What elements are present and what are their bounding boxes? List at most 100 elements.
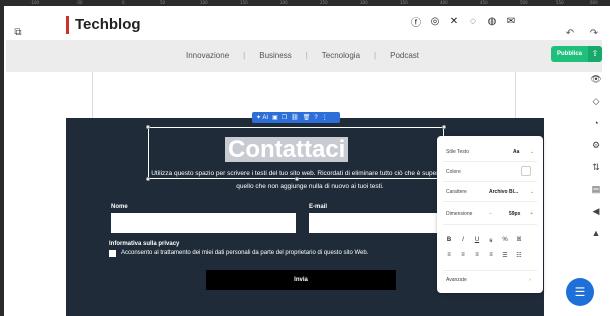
size-value[interactable]: 59px bbox=[509, 211, 520, 217]
ruler-mark: 300 bbox=[360, 0, 368, 5]
align-left-icon[interactable]: ≡ bbox=[446, 252, 452, 259]
chart-icon[interactable]: ▤ bbox=[589, 182, 603, 196]
size-increase-icon[interactable]: + bbox=[530, 211, 533, 217]
chat-icon[interactable]: ☰ bbox=[566, 278, 594, 306]
align-justify-icon[interactable]: ≡ bbox=[488, 252, 494, 259]
navigation-bar: Innovazione | Business | Tecnologia | Po… bbox=[6, 40, 602, 72]
contact-title[interactable]: Contattaci bbox=[225, 137, 349, 162]
undo-icon[interactable]: ↶ bbox=[563, 26, 577, 40]
divider bbox=[443, 181, 537, 182]
name-label: Nome bbox=[111, 204, 128, 210]
align-right-icon[interactable]: ≡ bbox=[474, 252, 480, 259]
link-icon[interactable]: ⛓ bbox=[291, 114, 299, 121]
resize-handle[interactable] bbox=[146, 125, 150, 129]
ruler-mark: -50 bbox=[76, 0, 83, 5]
crop-icon[interactable]: ▣ bbox=[272, 114, 278, 121]
italic-icon[interactable]: I bbox=[460, 237, 466, 244]
settings-icon[interactable]: ⚙ bbox=[589, 138, 603, 152]
help-icon[interactable]: ? bbox=[314, 115, 317, 121]
ruler-mark: 600 bbox=[590, 0, 598, 5]
size-label: Dimensione bbox=[446, 211, 473, 217]
messenger-icon[interactable]: ◍ bbox=[486, 15, 498, 27]
email-icon[interactable]: ✉ bbox=[505, 15, 517, 27]
ai-button[interactable]: ✦ AI bbox=[256, 114, 268, 121]
advanced-label[interactable]: Avanzate bbox=[446, 277, 467, 283]
bullet-list-icon[interactable]: ☰ bbox=[502, 252, 508, 259]
font-label: Carattere bbox=[446, 189, 467, 195]
format-row: B I U ꞩ % ꕤ bbox=[446, 237, 522, 244]
divider bbox=[443, 224, 537, 225]
translate-icon[interactable]: ⇅ bbox=[589, 160, 603, 174]
size-decrease-icon[interactable]: − bbox=[489, 211, 492, 217]
email-label: E-mail bbox=[309, 204, 328, 210]
chevron-down-icon[interactable]: ⌄ bbox=[530, 149, 534, 155]
ruler-mark: 550 bbox=[556, 0, 564, 5]
strikethrough-icon[interactable]: ꞩ bbox=[488, 237, 494, 244]
underline-icon[interactable]: U bbox=[474, 237, 480, 244]
nav-item-business[interactable]: Business bbox=[259, 51, 291, 60]
link-icon[interactable]: % bbox=[502, 237, 508, 244]
numbered-list-icon[interactable]: ☷ bbox=[516, 252, 522, 259]
column-guide bbox=[92, 72, 93, 118]
nav-separator: | bbox=[243, 51, 246, 60]
resize-handle[interactable] bbox=[442, 125, 446, 129]
nav-item-tecnologia[interactable]: Tecnologia bbox=[322, 51, 360, 60]
ruler-mark: -100 bbox=[30, 0, 40, 5]
privacy-title: Informativa sulla privacy bbox=[109, 241, 180, 247]
divider bbox=[443, 161, 537, 162]
name-input[interactable] bbox=[111, 213, 296, 233]
ruler-mark: 250 bbox=[320, 0, 328, 5]
facebook-icon[interactable]: ⓕ bbox=[410, 15, 422, 29]
color-swatch[interactable] bbox=[521, 166, 531, 176]
more-icon[interactable]: ⋮ bbox=[322, 114, 328, 121]
nav-item-innovazione[interactable]: Innovazione bbox=[186, 51, 229, 60]
upload-icon: ⇪ bbox=[588, 46, 603, 62]
ruler-mark: 350 bbox=[400, 0, 408, 5]
font-value[interactable]: Archivo Bl... bbox=[489, 189, 518, 195]
chevron-down-icon[interactable]: ⌄ bbox=[530, 189, 534, 195]
text-style-panel: Stile Testo Aa ⌄ Colore Carattere Archiv… bbox=[437, 136, 543, 293]
privacy-checkbox[interactable] bbox=[109, 250, 116, 257]
email-input[interactable] bbox=[309, 213, 441, 233]
chevron-right-icon[interactable]: › bbox=[529, 277, 531, 283]
nav-separator: | bbox=[305, 51, 308, 60]
publish-label: Pubblica bbox=[551, 46, 589, 62]
site-title[interactable]: Techblog bbox=[66, 16, 141, 34]
column-guide bbox=[515, 72, 516, 118]
ruler-mark: 100 bbox=[200, 0, 208, 5]
ruler-mark: 500 bbox=[520, 0, 528, 5]
tag-icon[interactable]: ◇ bbox=[589, 94, 603, 108]
bulb-icon[interactable]: ◔ bbox=[589, 116, 603, 130]
delete-icon[interactable]: 🗑 bbox=[303, 114, 311, 121]
graduation-icon[interactable]: ▲ bbox=[589, 226, 603, 240]
contact-description[interactable]: Utilizza questo spazio per scrivere i te… bbox=[150, 167, 470, 193]
x-icon[interactable]: ✕ bbox=[448, 15, 460, 27]
megaphone-icon[interactable]: ◀ bbox=[589, 204, 603, 218]
ruler-mark: 0 bbox=[122, 0, 125, 5]
nav-separator: | bbox=[374, 51, 377, 60]
text-style-label: Stile Testo bbox=[446, 149, 469, 155]
nav-item-podcast[interactable]: Podcast bbox=[390, 51, 419, 60]
ruler-mark: 450 bbox=[480, 0, 488, 5]
duplicate-icon[interactable]: ❐ bbox=[282, 114, 287, 121]
submit-button[interactable]: Invia bbox=[206, 270, 396, 290]
ruler-mark: 150 bbox=[240, 0, 248, 5]
whatsapp-icon[interactable]: ◌ bbox=[467, 15, 479, 27]
instagram-icon[interactable]: ◎ bbox=[429, 15, 441, 27]
divider bbox=[443, 201, 537, 202]
layers-icon[interactable]: ⧉ bbox=[10, 24, 26, 40]
right-toolbar: 👁 ◇ ◔ ⚙ ⇅ ▤ ◀ ▲ bbox=[585, 72, 607, 240]
ruler-mark: 400 bbox=[440, 0, 448, 5]
text-style-value[interactable]: Aa bbox=[513, 149, 519, 155]
bold-icon[interactable]: B bbox=[446, 237, 452, 244]
eye-icon[interactable]: 👁 bbox=[589, 72, 603, 86]
case-icon[interactable]: ꕤ bbox=[516, 237, 522, 244]
align-center-icon[interactable]: ≡ bbox=[460, 252, 466, 259]
social-links: ⓕ ◎ ✕ ◌ ◍ ✉ bbox=[410, 15, 517, 29]
divider bbox=[443, 270, 537, 271]
ruler-mark: 200 bbox=[280, 0, 288, 5]
align-row: ≡ ≡ ≡ ≡ ☰ ☷ bbox=[446, 252, 522, 259]
publish-button[interactable]: Pubblica ⇪ bbox=[551, 46, 603, 62]
redo-icon[interactable]: ↷ bbox=[587, 26, 601, 40]
color-label: Colore bbox=[446, 169, 461, 175]
